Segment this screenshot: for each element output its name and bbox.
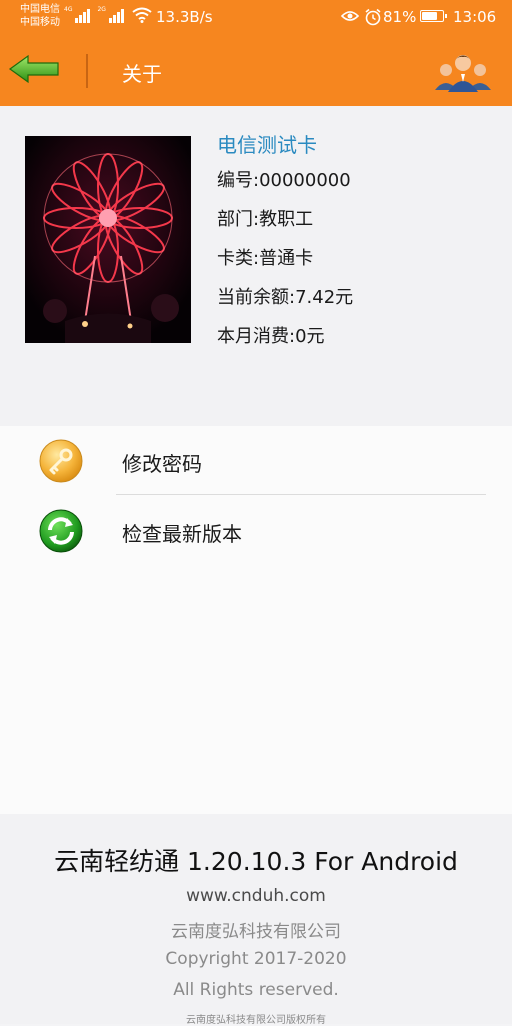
settings-menu: 修改密码 检查最新版本: [0, 426, 512, 814]
card-photo: [25, 136, 191, 343]
wifi-icon: [132, 7, 152, 23]
battery-percent: 81%: [383, 8, 417, 26]
carrier-2: 中国移动: [20, 17, 60, 28]
carrier-info: 中国电信 中国移动: [20, 3, 60, 29]
copyright-text: Copyright 2017-2020: [165, 949, 347, 969]
carrier-1: 中国电信: [20, 4, 60, 15]
ferris-wheel-image: [25, 136, 191, 343]
back-button[interactable]: [8, 54, 62, 84]
signal-icon: [75, 7, 91, 23]
app-version: 云南轻纺通 1.20.10.3 For Android: [54, 847, 458, 876]
refresh-icon: [39, 509, 83, 553]
app-header: 关于: [0, 34, 512, 106]
change-password-item[interactable]: 修改密码: [0, 426, 512, 496]
check-update-item[interactable]: 检查最新版本: [0, 496, 512, 566]
card-info: 电信测试卡 编号:00000000 部门:教职工 卡类:普通卡 当前余额:7.4…: [217, 130, 353, 363]
status-bar: 中国电信 中国移动 4G 2G 13.3B/s 81% 13:06: [0, 0, 512, 34]
users-group-button[interactable]: [434, 48, 492, 92]
battery-fill: [422, 12, 438, 20]
status-time: 13:06: [453, 8, 497, 26]
company-name: 云南度弘科技有限公司: [171, 922, 341, 942]
rights-text: All Rights reserved.: [173, 980, 339, 1000]
users-group-icon: [435, 55, 491, 92]
network-icons: 4G 2G: [64, 7, 152, 23]
card-type: 卡类:普通卡: [217, 248, 314, 269]
key-icon: [39, 439, 83, 483]
header-divider: [86, 54, 88, 88]
check-update-label: 检查最新版本: [122, 522, 242, 546]
website-link[interactable]: www.cnduh.com: [0, 886, 512, 906]
network-speed: 13.3B/s: [156, 8, 213, 26]
monthly-spending: 本月消费:0元: [217, 326, 325, 347]
card-profile: 电信测试卡 编号:00000000 部门:教职工 卡类:普通卡 当前余额:7.4…: [0, 106, 512, 426]
about-footer: 云南轻纺通 1.20.10.3 For Android www.cnduh.co…: [0, 814, 512, 1026]
balance: 当前余额:7.42元: [217, 287, 354, 308]
battery-icon: [420, 10, 447, 22]
net-type-1: 4G: [64, 6, 73, 13]
card-number: 编号:00000000: [217, 170, 351, 191]
department: 部门:教职工: [217, 209, 314, 230]
change-password-label: 修改密码: [122, 452, 202, 476]
net-type-2: 2G: [97, 6, 106, 13]
page-title: 关于: [122, 62, 162, 86]
menu-divider: [116, 494, 486, 495]
signal-icon-2: [108, 7, 124, 23]
alarm-icon: [365, 8, 381, 26]
eye-icon: [341, 11, 359, 21]
back-arrow-icon: [8, 54, 59, 84]
card-name: 电信测试卡: [217, 133, 317, 157]
